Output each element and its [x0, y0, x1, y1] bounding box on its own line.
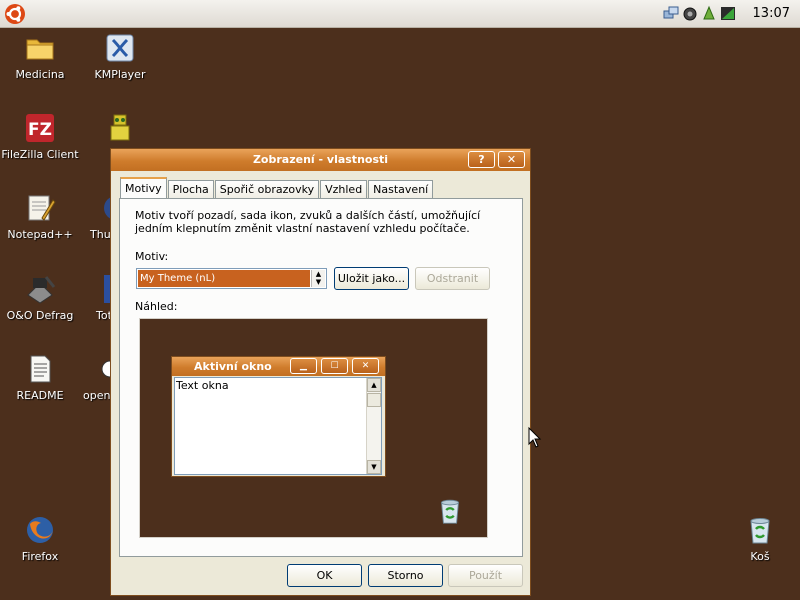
- preview-scrollbar: ▲ ▼: [366, 378, 381, 474]
- top-panel: 13:07: [0, 0, 800, 28]
- firefox-icon: [27, 517, 53, 543]
- battery-icon[interactable]: [720, 5, 736, 22]
- maximize-icon: ☐: [321, 358, 348, 374]
- clock[interactable]: 13:07: [753, 6, 790, 21]
- cancel-button[interactable]: Storno: [368, 564, 443, 587]
- minimize-icon: ▁: [290, 358, 317, 374]
- desktop-icon-label: openI: [83, 389, 110, 402]
- display-properties-dialog: Zobrazení - vlastnosti ? ✕ Motivy Plocha…: [110, 148, 531, 596]
- robot-icon: [110, 114, 130, 141]
- desktop-icon-medicina[interactable]: Medicina: [0, 32, 80, 81]
- desktop-icon-label: Firefox: [21, 550, 59, 563]
- desktop-icon-label: Notepad++: [7, 228, 73, 241]
- save-as-button[interactable]: Uložit jako...: [334, 267, 409, 290]
- document-icon: [30, 355, 51, 383]
- tab-plocha[interactable]: Plocha: [167, 180, 214, 198]
- desktop-icon-openoffice[interactable]: openI: [80, 353, 110, 402]
- ubuntu-logo-icon[interactable]: [4, 3, 26, 25]
- desktop-icon-robot[interactable]: [80, 112, 160, 148]
- mouse-cursor-icon: [528, 427, 542, 448]
- desktop-icon-kmplayer[interactable]: KMPlayer: [80, 32, 160, 81]
- desktop-icon-label: Tot: [96, 309, 110, 322]
- desktop-icon-label: O&O Defrag: [6, 309, 74, 322]
- notepad-icon: [28, 195, 56, 221]
- themes-tab-page: Motiv tvoří pozadí, sada ikon, zvuků a d…: [119, 198, 523, 557]
- desktop-icon-readme[interactable]: README: [0, 353, 80, 402]
- close-icon: ✕: [352, 358, 379, 374]
- desktop-icon-thunderbird[interactable]: Thun: [80, 192, 110, 241]
- desktop-icon-label: KMPlayer: [94, 68, 146, 81]
- preview-window-text: Text okna: [176, 379, 229, 392]
- close-button[interactable]: ✕: [498, 151, 525, 168]
- preview-window-body: Text okna ▲ ▼: [174, 377, 382, 475]
- desktop-icon-tot[interactable]: Tot: [80, 273, 110, 322]
- svg-text:FZ: FZ: [28, 120, 52, 140]
- tab-vzhled[interactable]: Vzhled: [320, 180, 368, 198]
- ok-button[interactable]: OK: [287, 564, 362, 587]
- desktop-icon-label: Thun: [90, 228, 110, 241]
- tab-nastaveni[interactable]: Nastavení: [368, 180, 434, 198]
- network-icon[interactable]: [663, 5, 679, 22]
- recycle-bin-icon: [441, 499, 459, 524]
- desktop-icon-trash[interactable]: Koš: [720, 514, 800, 563]
- desktop-icon-firefox[interactable]: Firefox: [0, 514, 80, 563]
- apply-button[interactable]: Použít: [448, 564, 523, 587]
- tab-sporic-obrazovky[interactable]: Spořič obrazovky: [214, 180, 320, 198]
- desktop-icon-filezilla[interactable]: FZ FileZilla Client: [0, 112, 80, 161]
- volume-icon[interactable]: [682, 5, 698, 22]
- tab-motivy[interactable]: Motivy: [120, 177, 167, 198]
- desktop-icon-defrag[interactable]: O&O Defrag: [0, 273, 80, 322]
- scroll-thumb: [367, 393, 381, 407]
- preview-label: Náhled:: [135, 300, 178, 313]
- system-tray: [663, 5, 736, 22]
- desktop-icon-label: README: [16, 389, 64, 402]
- dialog-titlebar[interactable]: Zobrazení - vlastnosti ? ✕: [111, 149, 530, 171]
- themes-description: Motiv tvoří pozadí, sada ikon, zvuků a d…: [135, 209, 481, 235]
- desktop-icon-label: Koš: [750, 550, 770, 563]
- scroll-down-icon: ▼: [367, 460, 381, 474]
- close-icon: ✕: [506, 153, 517, 166]
- thunderbird-icon: [104, 197, 110, 219]
- theme-label: Motiv:: [135, 250, 169, 263]
- help-icon: ?: [478, 153, 485, 166]
- scroll-up-icon: ▲: [367, 378, 381, 392]
- theme-preview: Aktivní okno ▁ ☐ ✕ Text okna ▲ ▼: [139, 318, 488, 538]
- kmplayer-icon: [106, 34, 134, 62]
- tab-strip: Motivy Plocha Spořič obrazovky Vzhled Na…: [120, 177, 434, 198]
- remove-button[interactable]: Odstranit: [415, 267, 490, 290]
- desktop-icon-notepadpp[interactable]: Notepad++: [0, 192, 80, 241]
- preview-window-titlebar: Aktivní okno ▁ ☐ ✕: [172, 357, 385, 376]
- defrag-icon: [27, 276, 56, 304]
- update-icon[interactable]: [701, 5, 717, 22]
- desktop-icon-label: Medicina: [15, 68, 65, 81]
- folder-icon: [26, 39, 54, 60]
- openoffice-icon: [101, 360, 110, 378]
- theme-select-value: My Theme (nL): [138, 270, 310, 287]
- filezilla-icon: FZ: [26, 114, 54, 142]
- theme-select[interactable]: My Theme (nL) ▲ ▼: [136, 268, 327, 289]
- help-button[interactable]: ?: [468, 151, 495, 168]
- preview-window-title: Aktivní okno: [194, 360, 272, 373]
- spin-arrows-icon[interactable]: ▲ ▼: [311, 270, 325, 287]
- desktop-icon-label: FileZilla Client: [1, 148, 79, 161]
- recycle-bin-icon: [750, 518, 770, 544]
- preview-active-window: Aktivní okno ▁ ☐ ✕ Text okna ▲ ▼: [171, 356, 386, 477]
